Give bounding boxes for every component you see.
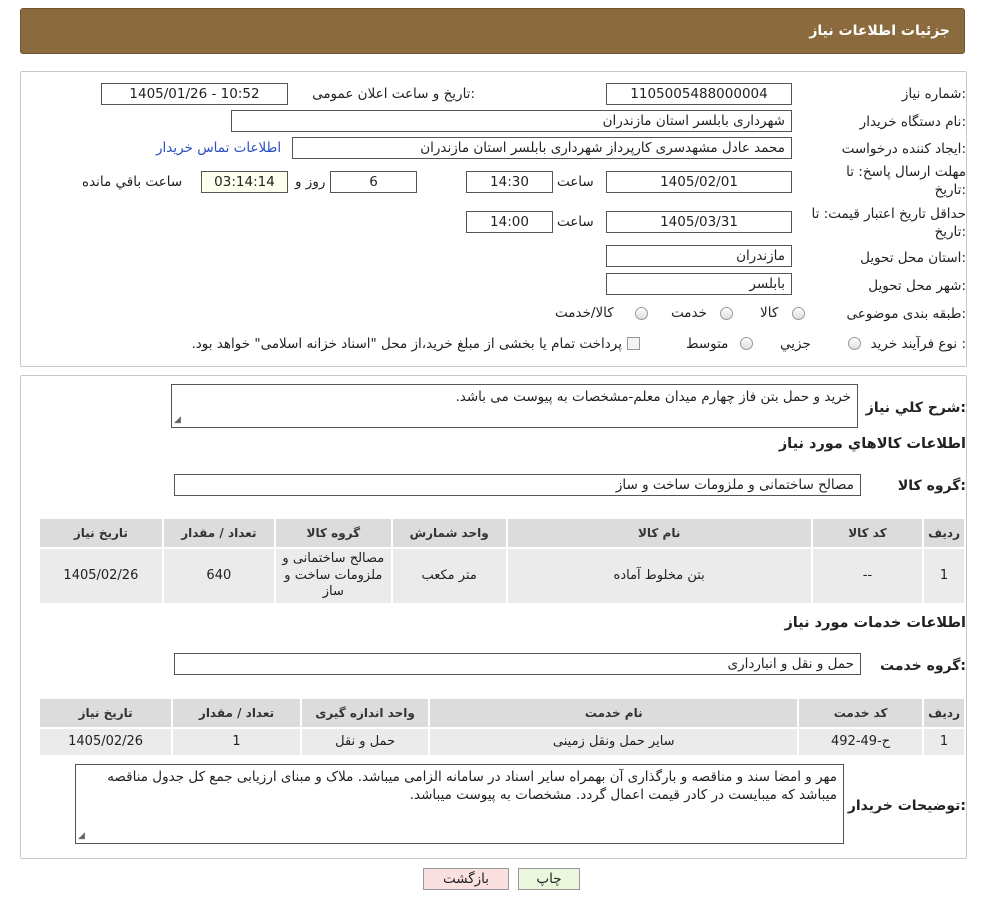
service-col-date: تاریخ نیاز [37, 697, 174, 729]
treasury-payment-note: پرداخت تمام یا بخشی از مبلغ خرید،از محل … [191, 336, 622, 352]
summary-text: خرید و حمل بتن فاز چهارم میدان معلم-مشخص… [455, 389, 851, 405]
deadline-label: مهلت ارسال پاسخ: تا [846, 164, 966, 180]
print-button[interactable]: چاپ [518, 868, 580, 890]
summary-label: شرح کلي نیاز: [865, 400, 966, 416]
service-col-name: نام خدمت [428, 697, 800, 729]
province-label: استان محل تحویل: [860, 250, 966, 266]
price-validity-time-field: 14:00 [466, 211, 553, 233]
buyer-notes-textarea: مهر و امضا سند و مناقصه و بارگذاری آن به… [75, 764, 844, 844]
goods-table: ردیف کد کالا نام کالا واحد شمارش گروه کا… [38, 517, 966, 605]
city-label: شهر محل تحویل: [868, 278, 966, 294]
need-number-label: شماره نیاز: [901, 86, 966, 102]
category-service-radio[interactable] [720, 307, 733, 320]
goods-col-qty: تعداد / مقدار [161, 517, 276, 549]
goods-cell-row: 1 [922, 547, 966, 605]
process-type-label: نوع فرآیند خرید : [870, 336, 966, 352]
service-group-field: حمل و نقل و انبارداری [174, 653, 861, 675]
category-goods-service-label: کالا/خدمت [555, 305, 614, 321]
summary-textarea: خرید و حمل بتن فاز چهارم میدان معلم-مشخص… [171, 384, 858, 428]
services-table: ردیف کد خدمت نام خدمت واحد اندازه گیری ت… [37, 697, 966, 757]
goods-group-label: گروه کالا: [897, 478, 966, 494]
category-goods-label: کالا [760, 305, 779, 321]
buyer-notes-text: مهر و امضا سند و مناقصه و بارگذاری آن به… [107, 769, 837, 804]
process-medium-radio[interactable] [740, 337, 753, 350]
goods-cell-date: 1405/02/26 [38, 547, 164, 605]
goods-table-header: ردیف کد کالا نام کالا واحد شمارش گروه کا… [38, 517, 966, 549]
buyer-notes-label: توضیحات خریدار: [847, 798, 966, 814]
deadline-label-date: تاریخ: [934, 182, 966, 198]
service-cell-row: 1 [922, 727, 966, 757]
goods-col-code: کد کالا [810, 517, 925, 549]
deadline-time-field: 14:30 [466, 171, 553, 193]
category-label: طبقه بندی موضوعی: [846, 306, 966, 322]
city-field: بابلسر [606, 273, 792, 295]
service-cell-code: ح-49-492 [797, 727, 925, 757]
goods-cell-unit: متر مکعب [390, 547, 508, 605]
process-medium-label: متوسط [686, 336, 729, 352]
services-table-header: ردیف کد خدمت نام خدمت واحد اندازه گیری ت… [37, 697, 966, 729]
announce-date-label: تاریخ و ساعت اعلان عمومی: [312, 86, 475, 102]
deadline-date-field: 1405/02/01 [606, 171, 792, 193]
goods-group-field: مصالح ساختمانی و ملزومات ساخت و ساز [174, 474, 861, 496]
service-col-unit: واحد اندازه گیری [299, 697, 431, 729]
goods-col-group: گروه کالا [273, 517, 393, 549]
deadline-time-label: ساعت [557, 174, 594, 190]
need-number-field: 1105005488000004 [606, 83, 792, 105]
category-service-label: خدمت [671, 305, 707, 321]
days-remaining-field: 6 [330, 171, 417, 193]
goods-col-unit: واحد شمارش [390, 517, 508, 549]
creator-label: ایجاد کننده درخواست: [841, 141, 966, 157]
price-validity-date-field: 1405/03/31 [606, 211, 792, 233]
service-cell-qty: 1 [171, 727, 302, 757]
table-row: 1 -- بتن مخلوط آماده متر مکعب مصالح ساخت… [38, 547, 966, 605]
contact-buyer-link[interactable]: اطلاعات تماس خریدار [156, 140, 281, 156]
service-col-code: کد خدمت [797, 697, 925, 729]
buyer-org-field: شهرداری بابلسر استان مازندران [231, 110, 792, 132]
resize-grip-icon[interactable]: ◢ [174, 414, 181, 426]
process-partial-radio[interactable] [848, 337, 861, 350]
service-cell-unit: حمل و نقل [299, 727, 431, 757]
price-validity-label: حداقل تاریخ اعتبار قیمت: تا [811, 206, 966, 222]
goods-section-title: اطلاعات کالاهاي مورد نیاز [778, 436, 966, 452]
service-cell-date: 1405/02/26 [37, 727, 174, 757]
back-button[interactable]: بازگشت [423, 868, 509, 890]
category-goods-radio[interactable] [792, 307, 805, 320]
goods-cell-group: مصالح ساختمانی و ملزومات ساخت و ساز [273, 547, 393, 605]
creator-field: محمد عادل مشهدسری کارپرداز شهرداری بابلس… [292, 137, 792, 159]
goods-col-row: ردیف [922, 517, 966, 549]
service-group-label: گروه خدمت: [880, 658, 966, 674]
buyer-org-label: نام دستگاه خریدار: [859, 114, 966, 130]
goods-col-date: تاریخ نیاز [38, 517, 164, 549]
goods-col-name: نام کالا [505, 517, 813, 549]
time-remaining-label: ساعت باقي مانده [82, 174, 183, 190]
category-goods-service-radio[interactable] [635, 307, 648, 320]
goods-cell-code: -- [810, 547, 925, 605]
page-header: جزئیات اطلاعات نیاز [20, 8, 965, 54]
page-title: جزئیات اطلاعات نیاز [809, 23, 950, 39]
goods-cell-name: بتن مخلوط آماده [505, 547, 813, 605]
province-field: مازندران [606, 245, 792, 267]
services-section-title: اطلاعات خدمات مورد نیاز [784, 615, 966, 631]
process-partial-label: جزیي [780, 336, 811, 352]
service-col-row: ردیف [922, 697, 966, 729]
time-remaining-field: 03:14:14 [201, 171, 288, 193]
price-validity-label-date: تاریخ: [934, 224, 966, 240]
days-label: روز و [295, 174, 326, 190]
service-col-qty: تعداد / مقدار [171, 697, 302, 729]
goods-cell-qty: 640 [161, 547, 276, 605]
validity-time-label: ساعت [557, 214, 594, 230]
treasury-payment-checkbox[interactable] [627, 337, 640, 350]
table-row: 1 ح-49-492 سایر حمل ونقل زمینی حمل و نقل… [37, 727, 966, 757]
service-cell-name: سایر حمل ونقل زمینی [428, 727, 800, 757]
resize-grip-icon[interactable]: ◢ [78, 830, 85, 842]
announce-date-field: 1405/01/26 - 10:52 [101, 83, 288, 105]
